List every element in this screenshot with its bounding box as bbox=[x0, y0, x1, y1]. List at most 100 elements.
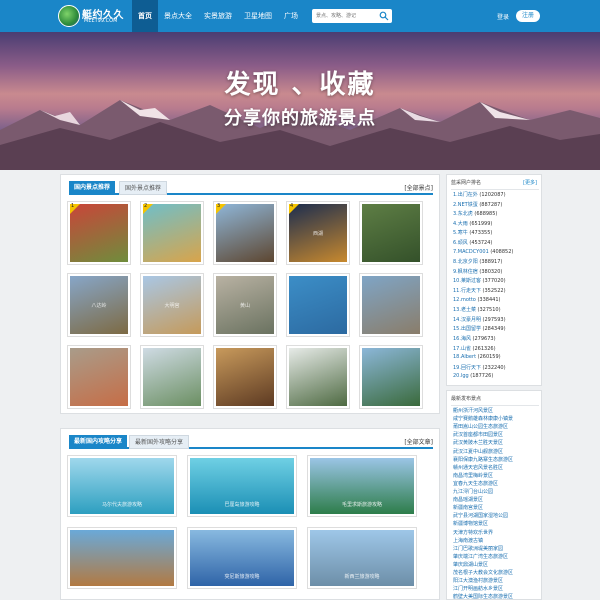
guide-label: 新西兰旅游攻略 bbox=[344, 574, 380, 580]
ranking-item[interactable]: 10.莱斯过客 (377020) bbox=[453, 277, 506, 284]
ranking-count: (284349) bbox=[482, 326, 506, 333]
latest-spot-link[interactable]: 衢州浙汗河风景区 bbox=[453, 407, 493, 414]
ranking-item[interactable]: 2.NET铁蛋 (887287) bbox=[453, 201, 502, 208]
guide-card[interactable]: 马尔代夫旅游攻略 bbox=[67, 455, 177, 517]
ranking-item[interactable]: 5.寒牛 (473355) bbox=[453, 229, 492, 236]
nav-plaza[interactable]: 广场 bbox=[278, 0, 304, 32]
ranking-item[interactable]: 19.回行天下 (232240) bbox=[453, 364, 506, 371]
ranking-count: (327510) bbox=[477, 307, 501, 314]
guide-label: 马尔代夫旅游攻略 bbox=[101, 502, 142, 508]
login-link[interactable]: 登录 bbox=[497, 12, 509, 21]
ranking-item[interactable]: 9.枫林住宿 (380320) bbox=[453, 268, 502, 275]
spot-thumbnail[interactable] bbox=[359, 345, 423, 409]
spot-thumbnail[interactable]: 3 bbox=[213, 201, 277, 265]
tab-foreign-guides[interactable]: 最新国外攻略分享 bbox=[129, 435, 190, 449]
search-box bbox=[312, 9, 392, 23]
spot-thumbnail[interactable]: 2 bbox=[140, 201, 204, 265]
all-spots-link[interactable]: [全部景点] bbox=[404, 183, 433, 192]
latest-spot-link[interactable]: 武汉江夏中山舰旅游区 bbox=[453, 448, 503, 455]
nav-satellite-map[interactable]: 卫星地图 bbox=[238, 0, 278, 32]
spot-thumbnail[interactable]: 黄山 bbox=[213, 273, 277, 337]
rank-badge-number: 1 bbox=[71, 203, 75, 209]
spot-thumbnail[interactable] bbox=[286, 273, 350, 337]
ranking-item[interactable]: 13.老土菜 (327510) bbox=[453, 306, 501, 313]
ranking-item[interactable]: 11.行走天下 (352522) bbox=[453, 287, 506, 294]
search-icon[interactable] bbox=[379, 11, 389, 21]
latest-spots-title: 最新发布景点 bbox=[451, 396, 482, 402]
nav-home[interactable]: 首页 bbox=[132, 0, 158, 32]
ranking-item[interactable]: 3.东北虎 (688985) bbox=[453, 210, 497, 217]
ranking-item[interactable]: 14.汉豪月明 (297593) bbox=[453, 316, 506, 323]
ranking-item[interactable]: 1.出门在外 (1202087) bbox=[453, 191, 506, 198]
spot-thumbnail[interactable]: 1 bbox=[67, 201, 131, 265]
spot-thumbnail[interactable]: 八达岭 bbox=[67, 273, 131, 337]
ranking-item[interactable]: 4.大雨 (651999) bbox=[453, 220, 492, 227]
latest-spot-link[interactable]: 武宁县河湖国家湿地公园 bbox=[453, 512, 508, 519]
rank-badge-number: 3 bbox=[217, 203, 221, 209]
spot-thumbnail[interactable] bbox=[213, 345, 277, 409]
latest-spot-link[interactable]: 南昌湾里梅岭景区 bbox=[453, 472, 493, 479]
ranking-user-name: 7.MACDCY001 bbox=[453, 248, 489, 255]
latest-spot-link[interactable]: 肇庆鼎湖山景区 bbox=[453, 561, 488, 568]
ranking-item[interactable]: 8.北京夕阳 (388917) bbox=[453, 258, 502, 265]
latest-spot-link[interactable]: 咸宁赛鹅雄森林康康小镇景 bbox=[453, 415, 513, 422]
ranking-item[interactable]: 18.Albert (260159) bbox=[453, 354, 501, 360]
mountain-illustration bbox=[0, 100, 600, 170]
latest-spot-link[interactable]: 新疆博物馆景区 bbox=[453, 520, 488, 527]
spot-thumbnail[interactable] bbox=[359, 273, 423, 337]
ranking-count: (887287) bbox=[479, 201, 503, 208]
spot-thumbnail[interactable]: 大明宫 bbox=[140, 273, 204, 337]
guide-card[interactable] bbox=[67, 527, 177, 589]
latest-spot-link[interactable]: 阳江大澳渔村旅游景区 bbox=[453, 577, 503, 584]
latest-spot-link[interactable]: 南昌瑶湖景区 bbox=[453, 496, 483, 503]
spot-thumbnail[interactable] bbox=[140, 345, 204, 409]
ranking-item[interactable]: 20.lgg (187726) bbox=[453, 373, 493, 379]
latest-spot-link[interactable]: 宜春九天生态旅游区 bbox=[453, 480, 498, 487]
latest-spot-link[interactable]: 莆田嵩山公园生态旅游区 bbox=[453, 423, 508, 430]
nav-live-travel[interactable]: 实景旅游 bbox=[198, 0, 238, 32]
register-button[interactable]: 注册 bbox=[516, 10, 540, 22]
site-logo[interactable]: 艇约久久 MEET99.COM bbox=[58, 4, 128, 28]
latest-spot-link[interactable]: 鹤壁大美国际生态旅游景区 bbox=[453, 593, 513, 600]
latest-spot-link[interactable]: 江门开明画舫水乡景区 bbox=[453, 585, 503, 592]
search-input[interactable] bbox=[312, 9, 376, 23]
ranking-item[interactable]: 16.海风 (279673) bbox=[453, 335, 496, 342]
tab-foreign-spots[interactable]: 国外景点推荐 bbox=[119, 181, 168, 195]
ranking-count: (651999) bbox=[469, 220, 493, 227]
latest-spot-link[interactable]: 九江浔门台山公园 bbox=[453, 488, 493, 495]
ranking-more-link[interactable]: [更多] bbox=[523, 179, 537, 186]
ranking-user-name: 8.北京夕阳 bbox=[453, 259, 478, 266]
spot-thumbnail[interactable] bbox=[67, 345, 131, 409]
spot-thumbnail[interactable] bbox=[286, 345, 350, 409]
latest-spot-link[interactable]: 新疆南宫景区 bbox=[453, 504, 483, 511]
guide-label: 突尼斯旅游攻略 bbox=[224, 574, 260, 580]
latest-spot-link[interactable]: 襄阳保康九路寨生态旅游区 bbox=[453, 456, 513, 463]
tab-domestic-guides[interactable]: 最新国内攻略分享 bbox=[69, 435, 128, 449]
spot-photo bbox=[289, 276, 347, 334]
spot-thumbnail[interactable] bbox=[359, 201, 423, 265]
ranking-item[interactable]: 17.山雀 (261326) bbox=[453, 345, 496, 352]
latest-spot-link[interactable]: 天津方特欢乐世界 bbox=[453, 529, 493, 536]
all-articles-link[interactable]: [全部文章] bbox=[404, 437, 433, 446]
guide-photo bbox=[70, 530, 174, 586]
latest-spot-link[interactable]: 肇庆端江广湾生态旅游区 bbox=[453, 553, 508, 560]
ranking-item[interactable]: 12.motto (338441) bbox=[453, 297, 500, 303]
spot-thumbnail[interactable]: 4 西湖 bbox=[286, 201, 350, 265]
ranking-item[interactable]: 15.出国留学 (284349) bbox=[453, 325, 506, 332]
nav-attractions[interactable]: 景点大全 bbox=[158, 0, 198, 32]
tab-domestic-spots[interactable]: 国内景点推荐 bbox=[69, 181, 116, 195]
guide-card[interactable]: 巴厘岛旅游攻略 bbox=[187, 455, 297, 517]
latest-spot-link[interactable]: 赣州通天岩风景名胜区 bbox=[453, 464, 503, 471]
guide-card[interactable]: 新西兰旅游攻略 bbox=[307, 527, 417, 589]
banner-subtitle: 分享你的旅游景点 bbox=[224, 108, 376, 129]
ranking-item[interactable]: 7.MACDCY001 (408852) bbox=[453, 249, 513, 255]
latest-spot-link[interactable]: 武汉首座都市田园景区 bbox=[453, 431, 503, 438]
latest-spot-link[interactable]: 武汉黄陂木兰胜天景区 bbox=[453, 439, 503, 446]
latest-spot-link[interactable]: 江门巴歌洲堤美丽家园 bbox=[453, 545, 503, 552]
latest-spot-link[interactable]: 上海南渡古镇 bbox=[453, 537, 483, 544]
ranking-user-name: 11.行走天下 bbox=[453, 288, 481, 294]
latest-spot-link[interactable]: 茂名根子大教会文化旅游区 bbox=[453, 569, 513, 576]
guide-card[interactable]: 突尼斯旅游攻略 bbox=[187, 527, 297, 589]
ranking-item[interactable]: 6.顽风 (453724) bbox=[453, 239, 492, 246]
guide-card[interactable]: 毛里求斯旅游攻略 bbox=[307, 455, 417, 517]
